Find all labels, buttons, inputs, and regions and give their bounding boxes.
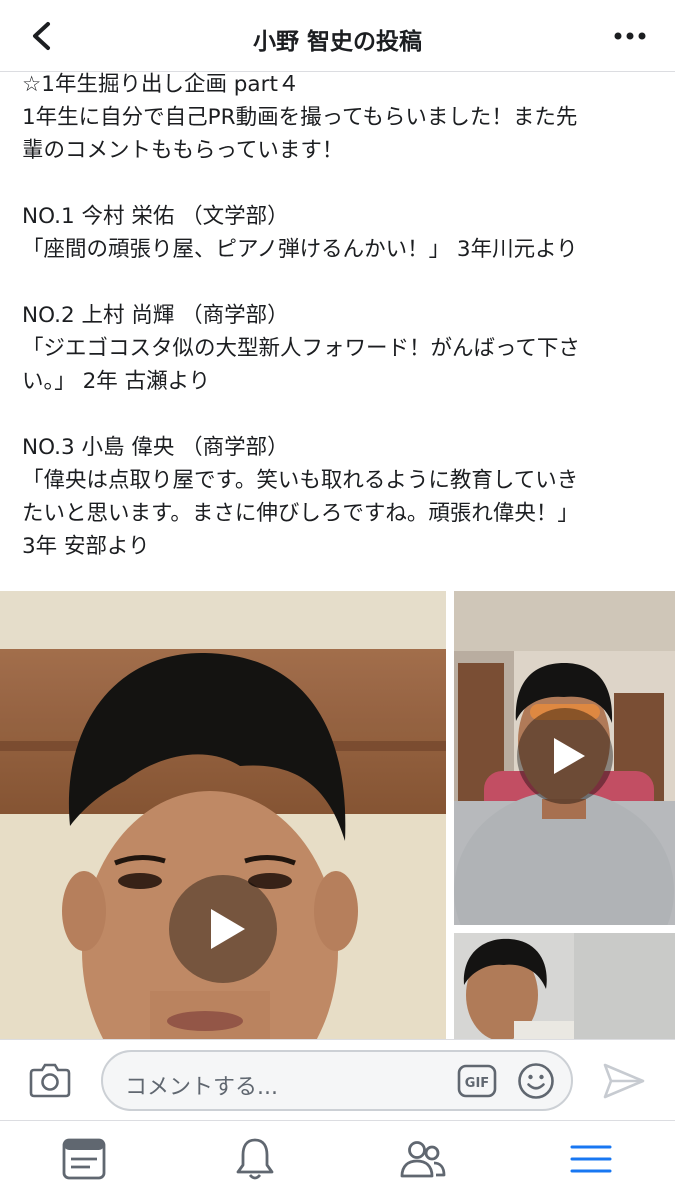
page-title: 小野 智史の投稿	[252, 29, 422, 55]
post-line: 1年生に自分で自己PR動画を撮ってもらいました！また先	[22, 105, 578, 130]
top-bar: 小野 智史の投稿	[0, 0, 675, 72]
post-line: い。」 2年 古瀬より	[22, 369, 211, 394]
tab-menu[interactable]	[567, 1134, 615, 1184]
video-thumbnail-2[interactable]	[454, 591, 675, 925]
video-grid	[0, 591, 675, 1039]
send-button[interactable]	[602, 1060, 646, 1102]
camera-button[interactable]	[28, 1060, 72, 1100]
bell-icon	[236, 1138, 274, 1180]
send-icon	[603, 1063, 645, 1099]
comment-placeholder: コメントする...	[125, 1075, 278, 1100]
friends-icon	[400, 1141, 446, 1178]
video-thumbnail-3[interactable]	[454, 933, 675, 1039]
video-thumbnail-1[interactable]	[0, 591, 446, 1039]
camera-icon	[29, 1063, 71, 1098]
comment-input[interactable]: コメントする... GIF	[101, 1050, 573, 1111]
smiley-icon	[518, 1063, 554, 1099]
post-line: 「座間の頑張り屋、ピアノ弾けるんかい！」 3年川元より	[22, 237, 578, 262]
more-options-button[interactable]	[611, 22, 649, 50]
post-line: 輩のコメントももらっています！	[22, 138, 344, 163]
post-line: ☆1年生掘り出し企画 part４	[22, 72, 300, 97]
play-icon	[169, 875, 277, 983]
tab-news-feed[interactable]	[60, 1134, 108, 1184]
post-text: ☆1年生掘り出し企画 part４ 1年生に自分で自己PR動画を撮ってもらいました…	[22, 68, 652, 563]
post-line: 「ジエゴコスタ似の大型新人フォワード！がんばって下さ	[22, 336, 580, 361]
news-feed-icon	[62, 1138, 106, 1180]
more-horizontal-icon	[614, 32, 646, 40]
post-line: NO.3 小島 偉央 （商学部）	[22, 435, 289, 460]
post-line: NO.2 上村 尚輝 （商学部）	[22, 303, 289, 328]
tab-notifications[interactable]	[231, 1134, 279, 1184]
bottom-tab-bar	[0, 1122, 675, 1200]
emoji-button[interactable]	[517, 1062, 555, 1100]
menu-icon	[570, 1145, 612, 1173]
post-line: 「偉央は点取り屋です。笑いも取れるように教育していき	[22, 468, 579, 493]
gif-label: GIF	[465, 1076, 489, 1091]
video-frame-3	[454, 933, 675, 1039]
play-button[interactable]	[169, 875, 277, 983]
gif-button[interactable]: GIF	[457, 1064, 497, 1098]
post-line: NO.1 今村 栄佑 （文学部）	[22, 204, 289, 229]
play-button[interactable]	[517, 708, 613, 804]
post-line: たいと思います。まさに伸びしろですね。頑張れ偉央！」	[22, 501, 579, 526]
gif-icon: GIF	[457, 1064, 497, 1098]
tab-friends[interactable]	[398, 1134, 446, 1184]
play-icon	[517, 708, 613, 804]
comment-bar: コメントする... GIF	[0, 1039, 675, 1121]
post-line: 3年 安部より	[22, 534, 150, 559]
